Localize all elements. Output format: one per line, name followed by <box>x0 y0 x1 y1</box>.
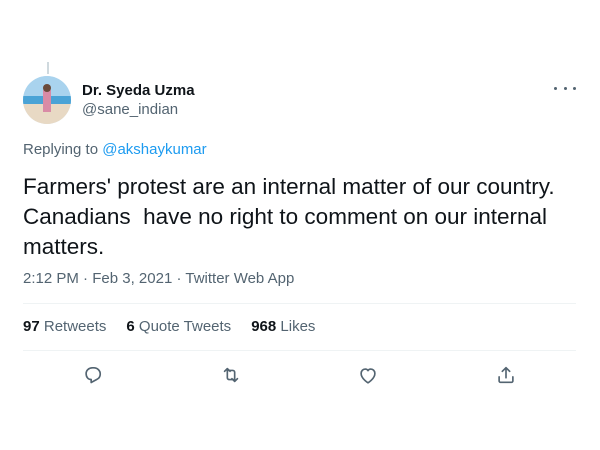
like-icon <box>360 368 376 384</box>
divider <box>23 350 576 351</box>
retweets-stat[interactable]: 97 Retweets <box>23 318 106 335</box>
likes-label: Likes <box>280 318 316 335</box>
retweets-label: Retweets <box>43 318 107 335</box>
likes-stat[interactable]: 968 Likes <box>251 318 315 335</box>
retweet-icon <box>223 367 239 383</box>
tweet-actions-bar <box>0 364 600 386</box>
meta-separator: · <box>176 270 182 287</box>
quote-tweets-label: Quote Tweets <box>138 318 232 335</box>
author-name[interactable]: Dr. Syeda Uzma <box>82 82 195 99</box>
tweet-metadata: 2:12 PM · Feb 3, 2021 · Twitter Web App <box>23 270 294 287</box>
tweet-text: Farmers' protest are an internal matter … <box>23 174 561 259</box>
thread-connector-line <box>47 62 49 74</box>
engagement-stats: 97 Retweets 6 Quote Tweets 968 Likes <box>23 318 335 335</box>
meta-separator: · <box>83 270 89 287</box>
retweets-count: 97 <box>23 318 40 335</box>
likes-count: 968 <box>251 318 277 335</box>
tweet-time[interactable]: 2:12 PM <box>23 270 79 287</box>
reply-button[interactable] <box>82 364 104 386</box>
like-button[interactable] <box>357 364 379 386</box>
author-handle[interactable]: @sane_indian <box>82 101 178 118</box>
replying-to-mention-link[interactable]: @akshaykumar <box>102 141 206 158</box>
tweet-date[interactable]: Feb 3, 2021 <box>92 270 172 287</box>
share-button[interactable] <box>495 364 517 386</box>
tweet-source-link[interactable]: Twitter Web App <box>185 270 294 287</box>
more-options-icon[interactable] <box>554 80 576 96</box>
quote-tweets-stat[interactable]: 6 Quote Tweets <box>126 318 231 335</box>
avatar[interactable] <box>23 76 71 124</box>
retweet-button[interactable] <box>220 364 242 386</box>
replying-to-line: Replying to @akshaykumar <box>23 141 207 158</box>
divider <box>23 303 576 304</box>
replying-to-label: Replying to <box>23 141 99 158</box>
quote-tweets-count: 6 <box>126 318 135 335</box>
share-icon <box>498 366 514 384</box>
reply-icon <box>85 367 102 384</box>
